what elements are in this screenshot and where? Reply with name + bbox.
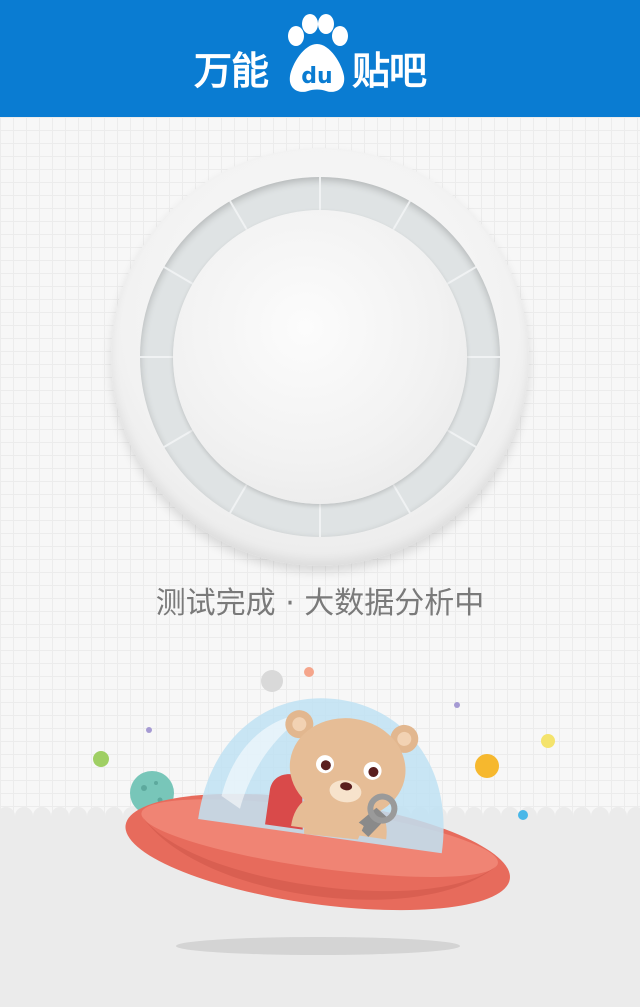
paw-icon: du [288, 14, 348, 92]
logo-text-left: 万能 [194, 49, 269, 93]
ufo-shadow [176, 937, 460, 955]
logo-paw-text: du [301, 64, 332, 89]
bear-ufo-illustration [0, 667, 640, 1007]
dial-face [173, 210, 467, 504]
app-logo: 万能 du 贴吧 [190, 14, 450, 100]
logo-text-right: 贴吧 [352, 49, 427, 93]
status-message: 测试完成 · 大数据分析中 [155, 586, 485, 621]
analysis-dial [111, 148, 529, 566]
header-bar: 万能 du 贴吧 [0, 0, 640, 117]
